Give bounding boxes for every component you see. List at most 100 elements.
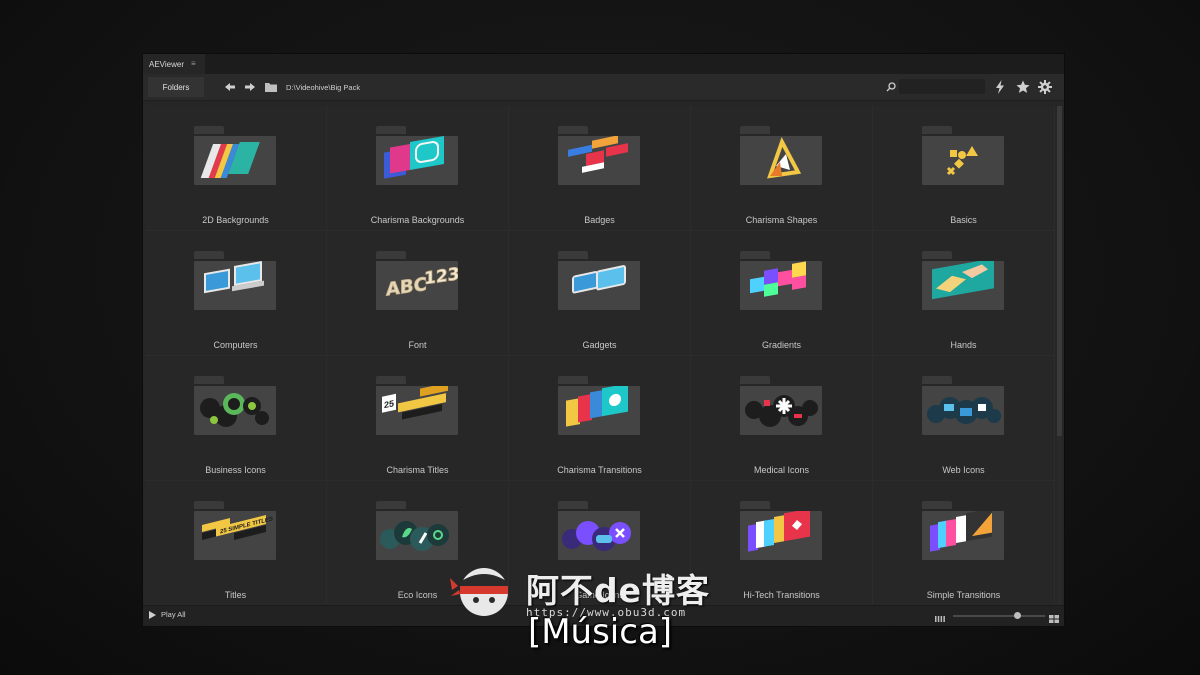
- folder-tile-hands[interactable]: Hands: [873, 231, 1055, 356]
- folders-button-label: Folders: [162, 82, 190, 92]
- back-arrow-icon[interactable]: [223, 80, 237, 94]
- folder-tile-titles[interactable]: 25 SIMPLE TITLES Titles: [145, 481, 327, 606]
- folder-tab-shape: [376, 251, 406, 259]
- folder-tile-badges[interactable]: Badges: [509, 106, 691, 231]
- folder-tab-shape: [376, 501, 406, 509]
- toolbar: Folders D:\Videohive\Big Pack: [143, 74, 1064, 101]
- folder-thumbnail[interactable]: [194, 126, 276, 186]
- folder-tab-shape: [922, 251, 952, 259]
- search-icon[interactable]: [885, 80, 897, 92]
- current-path[interactable]: D:\Videohive\Big Pack: [286, 83, 360, 92]
- star-icon[interactable]: [1015, 79, 1031, 95]
- folder-thumbnail[interactable]: [922, 376, 1004, 436]
- folder-thumbnail[interactable]: [922, 501, 1004, 561]
- folder-thumbnail[interactable]: ABC 123: [376, 251, 460, 311]
- folder-tile-charisma-shapes[interactable]: Charisma Shapes: [691, 106, 873, 231]
- folder-tile-simple-transitions[interactable]: Simple Transitions: [873, 481, 1055, 606]
- folder-tab-shape: [194, 126, 224, 134]
- folder-grid: 2D Backgrounds Charisma Backgrounds Badges…: [145, 106, 1055, 606]
- folder-tile-charisma-transitions[interactable]: Charisma Transitions: [509, 356, 691, 481]
- video-frame: AEViewer ≡ Folders D:\Videohive\Big Pack: [0, 0, 1200, 675]
- folder-tab-shape: [740, 501, 770, 509]
- folder-label: Gradients: [761, 340, 802, 350]
- folder-tile-hi-tech-transitions[interactable]: Hi-Tech Transitions: [691, 481, 873, 606]
- folder-tile-gradients[interactable]: Gradients: [691, 231, 873, 356]
- folder-thumbnail[interactable]: [558, 251, 640, 311]
- folder-tile-basics[interactable]: Basics: [873, 106, 1055, 231]
- folder-tab-shape: [376, 376, 406, 384]
- folder-thumbnail[interactable]: [922, 251, 1004, 311]
- folder-thumbnail[interactable]: [740, 501, 822, 561]
- folder-tab-shape: [376, 126, 406, 134]
- folder-label: Hi-Tech Transitions: [743, 590, 820, 600]
- folder-thumbnail[interactable]: [558, 126, 640, 186]
- aeviewer-window: AEViewer ≡ Folders D:\Videohive\Big Pack: [143, 54, 1064, 626]
- folder-tab-shape: [194, 376, 224, 384]
- folder-preview-art: [740, 508, 822, 560]
- folder-label: Charisma Titles: [386, 465, 449, 475]
- folder-tile-computers[interactable]: Computers: [145, 231, 327, 356]
- folder-preview-art: [922, 508, 1004, 560]
- watermark-title-text: 阿不de博客: [526, 571, 711, 610]
- folder-tab-shape: [740, 126, 770, 134]
- folder-preview-art: [376, 136, 458, 185]
- folder-tab-shape: [558, 501, 588, 509]
- folder-tile-charisma-backgrounds[interactable]: Charisma Backgrounds: [327, 106, 509, 231]
- scrollbar-thumb[interactable]: [1057, 106, 1062, 436]
- folder-thumbnail[interactable]: 25 SIMPLE TITLES: [194, 501, 276, 561]
- folder-label: 2D Backgrounds: [202, 215, 269, 225]
- folder-tab-shape: [194, 251, 224, 259]
- folder-preview-art: [558, 383, 640, 435]
- folder-thumbnail[interactable]: [376, 126, 458, 186]
- folder-tile-charisma-titles[interactable]: 25 Charisma Titles: [327, 356, 509, 481]
- search-input[interactable]: [899, 79, 985, 94]
- folder-thumbnail[interactable]: [740, 251, 822, 311]
- folder-thumbnail[interactable]: [558, 501, 640, 561]
- folder-preview-art: [922, 136, 1004, 185]
- hamburger-icon[interactable]: ≡: [191, 59, 196, 68]
- folder-thumbnail[interactable]: [376, 501, 458, 561]
- folder-preview-art: [922, 258, 1004, 310]
- folder-label: Font: [408, 340, 427, 350]
- folder-thumbnail[interactable]: [922, 126, 1004, 186]
- gear-icon[interactable]: [1037, 79, 1053, 95]
- folder-label: Simple Transitions: [926, 590, 1001, 600]
- folder-tab-shape: [922, 501, 952, 509]
- folder-preview-art: ABC 123: [376, 261, 460, 310]
- folder-thumbnail[interactable]: [740, 376, 822, 436]
- folder-tile-2d-backgrounds[interactable]: 2D Backgrounds: [145, 106, 327, 231]
- folder-tile-font[interactable]: ABC 123 Font: [327, 231, 509, 356]
- svg-text:25: 25: [384, 398, 394, 410]
- folder-icon[interactable]: [264, 80, 279, 94]
- folder-label: Web Icons: [942, 465, 985, 475]
- svg-text:123: 123: [424, 264, 458, 289]
- vertical-scrollbar[interactable]: [1057, 106, 1062, 606]
- folder-tile-business-icons[interactable]: Business Icons: [145, 356, 327, 481]
- folder-thumbnail[interactable]: [194, 251, 276, 311]
- folder-preview-art: [376, 511, 458, 560]
- folder-thumbnail[interactable]: 25: [376, 376, 458, 436]
- folder-preview-art: [558, 135, 640, 185]
- folder-thumbnail[interactable]: [558, 376, 640, 436]
- folder-preview-art: [194, 261, 276, 310]
- folder-tile-web-icons[interactable]: Web Icons: [873, 356, 1055, 481]
- folders-button[interactable]: Folders: [148, 77, 204, 97]
- folder-thumbnail[interactable]: [194, 376, 276, 436]
- folder-tile-gadgets[interactable]: Gadgets: [509, 231, 691, 356]
- folder-label: Gadgets: [582, 340, 617, 350]
- folder-label: Hands: [950, 340, 977, 350]
- folder-thumbnail[interactable]: [740, 126, 822, 186]
- svg-text:ABC: ABC: [386, 274, 427, 301]
- folder-preview-art: [740, 386, 822, 435]
- folder-tile-medical-icons[interactable]: Medical Icons: [691, 356, 873, 481]
- folder-tab-shape: [740, 376, 770, 384]
- lightning-icon[interactable]: [992, 79, 1008, 95]
- folder-label: Charisma Shapes: [745, 215, 818, 225]
- folder-preview-art: [740, 261, 822, 310]
- folder-preview-art: 25: [376, 382, 458, 435]
- folder-label: Charisma Backgrounds: [370, 215, 465, 225]
- folder-tab-shape: [558, 126, 588, 134]
- folder-tab-shape: [922, 376, 952, 384]
- watermark-title: 阿不de博客: [526, 564, 710, 612]
- forward-arrow-icon[interactable]: [243, 80, 257, 94]
